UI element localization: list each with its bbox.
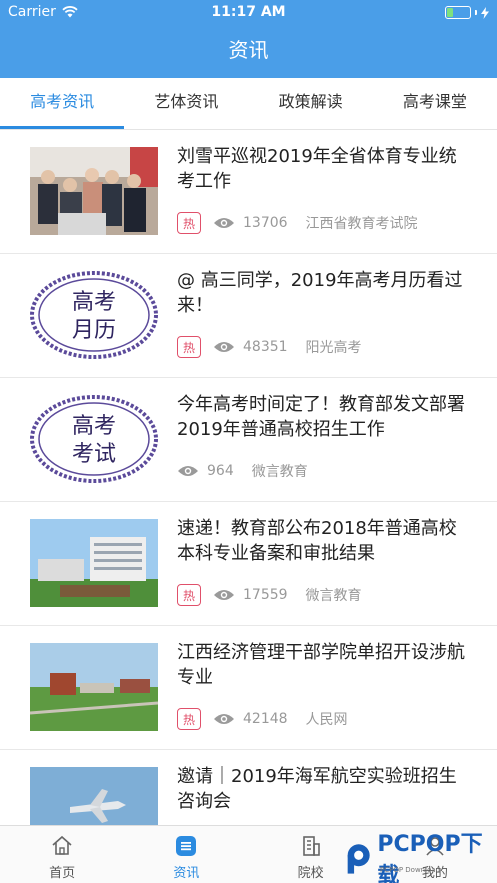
article-title: @ 高三同学，2019年高考月历看过来！: [177, 270, 463, 316]
news-list: 刘雪平巡视2019年全省体育专业统考工作 热 13706 江西省教育考试院 高考…: [0, 130, 497, 825]
hot-badge: 热: [177, 584, 201, 606]
tab-home-label: 首页: [49, 866, 76, 881]
tab-gaokao-class[interactable]: 高考课堂: [373, 78, 497, 129]
tab-news-label: 资讯: [173, 866, 200, 881]
view-count: 13706: [243, 215, 288, 231]
article-meta: 热 48351 阳光高考: [177, 335, 362, 359]
list-item[interactable]: 速递！教育部公布2018年普通高校本科专业备案和审批结果 热 17559 微言教…: [0, 502, 497, 626]
pcpop-logo-icon: [347, 844, 370, 874]
home-icon: [52, 835, 72, 855]
hot-badge: 热: [177, 336, 201, 358]
article-title: 今年高考时间定了！教育部发文部署2019年普通高校招生工作: [177, 394, 465, 440]
view-count: 48351: [243, 339, 288, 355]
article-source: 微言教育: [305, 588, 362, 604]
list-item[interactable]: 高考 考试 今年高考时间定了！教育部发文部署2019年普通高校招生工作 964 …: [0, 378, 497, 502]
article-meta: 热 42148 人民网: [177, 707, 348, 731]
view-count: 17559: [243, 587, 288, 603]
eye-icon: [214, 342, 234, 352]
tab-news[interactable]: 资讯: [124, 826, 248, 883]
watermark-subtext: PCPOP Download: [380, 866, 441, 874]
tab-gaokao-news[interactable]: 高考资讯: [0, 78, 125, 129]
article-meta: 热 17559 微言教育: [177, 583, 362, 607]
article-source: 阳光高考: [305, 340, 362, 356]
category-tabs: 高考资讯 艺体资讯 政策解读 高考课堂: [0, 78, 497, 130]
article-title: 江西经济管理干部学院单招开设涉航专业: [177, 642, 465, 688]
article-title: 刘雪平巡视2019年全省体育专业统考工作: [177, 146, 457, 192]
watermark-logo: PCPOP下载 PCPOP Download: [344, 832, 494, 883]
article-thumbnail: [30, 643, 158, 731]
article-title: 速递！教育部公布2018年普通高校本科专业备案和审批结果: [177, 518, 457, 564]
view-count: 42148: [243, 711, 288, 727]
news-icon: [176, 836, 197, 856]
clock: 11:17 AM: [211, 4, 286, 20]
tab-arts-sports-news[interactable]: 艺体资讯: [124, 78, 248, 129]
article-thumbnail: 高考 月历: [30, 271, 158, 359]
stamp-text-bottom: 考试: [72, 442, 116, 467]
page-title: 资讯: [228, 38, 269, 62]
stamp-text-top: 高考: [72, 414, 116, 439]
eye-icon: [214, 714, 234, 724]
list-item[interactable]: 刘雪平巡视2019年全省体育专业统考工作 热 13706 江西省教育考试院: [0, 130, 497, 254]
list-item[interactable]: 邀请｜2019年海军航空实验班招生咨询会: [0, 750, 497, 825]
hot-badge: 热: [177, 212, 201, 234]
eye-icon: [214, 218, 234, 228]
list-item[interactable]: 江西经济管理干部学院单招开设涉航专业 热 42148 人民网: [0, 626, 497, 750]
status-bar: Carrier 11:17 AM: [0, 0, 497, 26]
battery-icon: [445, 6, 489, 19]
tab-colleges-label: 院校: [297, 866, 324, 881]
charging-icon: [481, 6, 489, 19]
eye-icon: [214, 590, 234, 600]
article-thumbnail: [30, 519, 158, 607]
stamp-text-top: 高考: [72, 290, 116, 315]
building-icon: [302, 836, 320, 856]
view-count: 964: [207, 463, 234, 479]
article-thumbnail: [30, 147, 158, 235]
article-source: 微言教育: [251, 464, 308, 480]
tab-home[interactable]: 首页: [0, 826, 124, 883]
article-source: 人民网: [305, 712, 348, 728]
article-title: 邀请｜2019年海军航空实验班招生咨询会: [177, 766, 457, 812]
watermark-text: PCPOP下载: [377, 832, 483, 883]
article-thumbnail: 高考 考试: [30, 395, 158, 483]
hot-badge: 热: [177, 708, 201, 730]
article-meta: 964 微言教育: [177, 459, 308, 483]
stamp-text-bottom: 月历: [72, 318, 116, 343]
tab-policy[interactable]: 政策解读: [249, 78, 373, 129]
article-meta: 热 13706 江西省教育考试院: [177, 211, 418, 235]
article-source: 江西省教育考试院: [305, 216, 418, 232]
nav-bar: 资讯: [0, 26, 497, 78]
eye-icon: [178, 466, 198, 476]
article-thumbnail: [30, 767, 158, 825]
list-item[interactable]: 高考 月历 @ 高三同学，2019年高考月历看过来！ 热 48351 阳光高考: [0, 254, 497, 378]
